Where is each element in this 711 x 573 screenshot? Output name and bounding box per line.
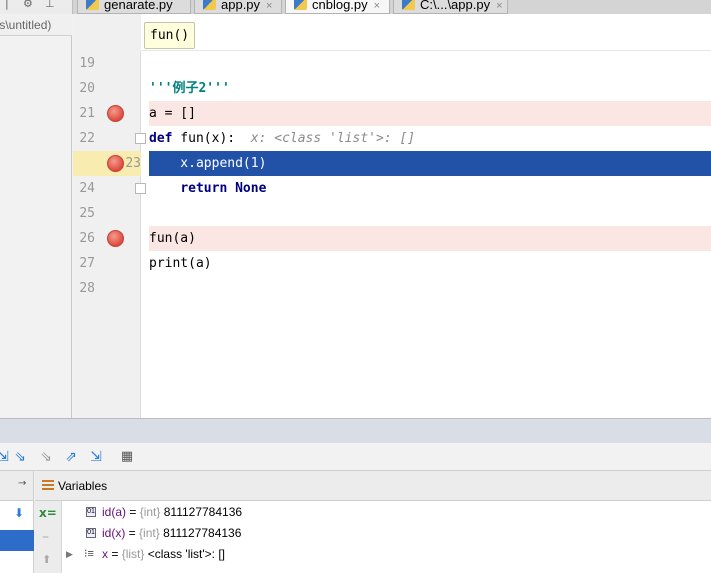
variable-name: id(a)	[102, 505, 127, 519]
frames-list[interactable]: ⬇	[0, 501, 34, 573]
hide-icon[interactable]: ⊥	[45, 0, 55, 10]
breadcrumb-function[interactable]: fun()	[144, 22, 196, 49]
keyword: None	[235, 181, 267, 196]
code-editor[interactable]: fun() 19 20 '''例子2''' 21 a = [] 22 def f…	[73, 14, 711, 418]
editor-tab-bar: | ⚙ ⊥ genarate.py app.py × cnblog.py × C:\…	[0, 0, 711, 14]
variable-name: id(x)	[102, 526, 126, 540]
down-arrow-icon[interactable]: ⬇	[14, 506, 24, 520]
line-code: print(a)	[149, 256, 212, 271]
breakpoint-icon[interactable]	[107, 230, 124, 247]
fold-end-icon[interactable]	[135, 183, 146, 194]
fold-icon[interactable]	[135, 133, 146, 144]
variables-header: Variables	[35, 471, 711, 501]
project-path: ts\untitled)	[0, 18, 52, 32]
breakpoint-icon[interactable]	[107, 155, 124, 172]
code-line[interactable]: 25	[73, 201, 711, 226]
tab-app-path[interactable]: C:\...\app.py ×	[393, 0, 508, 14]
python-file-icon	[294, 0, 307, 10]
line-code: a = []	[149, 101, 711, 126]
variable-type: {list}	[121, 547, 145, 561]
watch-icon: 01	[86, 507, 96, 517]
variable-type: {int}	[139, 505, 161, 519]
project-tree-root[interactable]: ts\untitled)	[0, 14, 72, 36]
line-number: 28	[79, 281, 95, 296]
code-line[interactable]: 20 '''例子2'''	[73, 76, 711, 101]
close-icon[interactable]: ×	[266, 0, 272, 12]
close-icon[interactable]: ×	[496, 0, 502, 12]
step-out-icon[interactable]: ⇗	[62, 448, 80, 466]
variables-tree[interactable]: 01 id(a) = {int} 811127784136 01 id(x) =…	[62, 501, 711, 573]
remove-watch-icon[interactable]: –	[42, 529, 49, 545]
line-code: '''例子2'''	[149, 81, 230, 96]
run-to-cursor-icon[interactable]: ⇲	[87, 448, 105, 466]
up-arrow-icon[interactable]: ⬆	[42, 553, 51, 566]
code-line[interactable]: 22 def fun(x): x: <class 'list'>: []	[73, 126, 711, 151]
line-number: 24	[79, 181, 95, 196]
line-number: 25	[79, 206, 95, 221]
variable-value: <class 'list'>: []	[147, 547, 225, 561]
tab-genarate[interactable]: genarate.py	[77, 0, 191, 14]
line-number: 26	[79, 231, 95, 246]
code-line[interactable]: 19	[73, 51, 711, 76]
code-line[interactable]: 24 return None	[73, 176, 711, 201]
list-icon: ⁝≡	[84, 548, 94, 560]
line-number: 19	[79, 56, 95, 71]
expand-arrow-icon[interactable]: ▶	[66, 544, 73, 565]
variables-side-toolbar: x= – ⬆	[34, 501, 62, 573]
toolbar-icons: | ⚙ ⊥	[0, 0, 73, 14]
debug-toolbar: ⇲ ⇘ ⇘ ⇗ ⇲ ▦	[0, 443, 711, 471]
inline-value-hint: x: <class 'list'>: []	[235, 131, 416, 146]
watch-row[interactable]: 01 id(x) = {int} 811127784136	[62, 523, 711, 544]
new-watch-icon[interactable]: x=	[39, 506, 57, 520]
code-line-breakpoint[interactable]: 26 fun(a)	[73, 226, 711, 251]
line-code: fun(a)	[149, 226, 711, 251]
keyword: def	[149, 131, 173, 146]
pin-icon[interactable]: →	[18, 478, 26, 489]
evaluate-expression-icon[interactable]: ▦	[118, 448, 136, 466]
line-code: return None	[149, 176, 711, 201]
gutter-header	[73, 14, 141, 51]
line-number: 20	[79, 81, 95, 96]
code-line-execution-point[interactable]: 23 x.append(1)	[73, 151, 711, 176]
python-file-icon	[86, 0, 99, 10]
close-icon[interactable]: ×	[374, 0, 380, 12]
watch-icon: 01	[86, 528, 96, 538]
python-file-icon	[203, 0, 216, 10]
variable-type: {int}	[139, 526, 160, 540]
variable-value: 811127784136	[163, 526, 242, 540]
line-code: def fun(x): x: <class 'list'>: []	[149, 126, 711, 151]
code-line[interactable]: 27 print(a)	[73, 251, 711, 276]
variable-value: 811127784136	[163, 505, 243, 519]
watch-row[interactable]: 01 id(a) = {int} 811127784136	[62, 502, 711, 523]
code-line[interactable]: 28	[73, 276, 711, 301]
debug-tool-window-header[interactable]	[0, 418, 711, 443]
variables-title: Variables	[58, 479, 108, 493]
gear-icon[interactable]: ⚙	[23, 0, 33, 10]
breadcrumb: fun()	[73, 14, 711, 51]
line-code: x.append(1)	[149, 151, 711, 176]
project-panel	[0, 36, 72, 418]
tab-cnblog[interactable]: cnblog.py ×	[285, 0, 390, 14]
separator-icon: |	[5, 0, 9, 10]
step-into-my-code-icon[interactable]: ⇘	[37, 448, 55, 466]
variables-icon	[42, 480, 54, 492]
code-text: fun(x):	[172, 131, 236, 146]
code-line-breakpoint[interactable]: 21 a = []	[73, 101, 711, 126]
line-number: 22	[79, 131, 95, 146]
selected-frame[interactable]	[0, 530, 34, 551]
step-into-icon[interactable]: ⇘	[11, 448, 29, 466]
breakpoint-icon[interactable]	[107, 105, 124, 122]
frames-header: →	[0, 471, 34, 501]
variable-row[interactable]: ▶ ⁝≡ x = {list} <class 'list'>: []	[62, 544, 711, 565]
line-number: 27	[79, 256, 95, 271]
tab-app[interactable]: app.py ×	[194, 0, 282, 14]
python-file-icon	[402, 0, 415, 10]
keyword: return	[180, 181, 228, 196]
line-number: 21	[79, 106, 95, 121]
